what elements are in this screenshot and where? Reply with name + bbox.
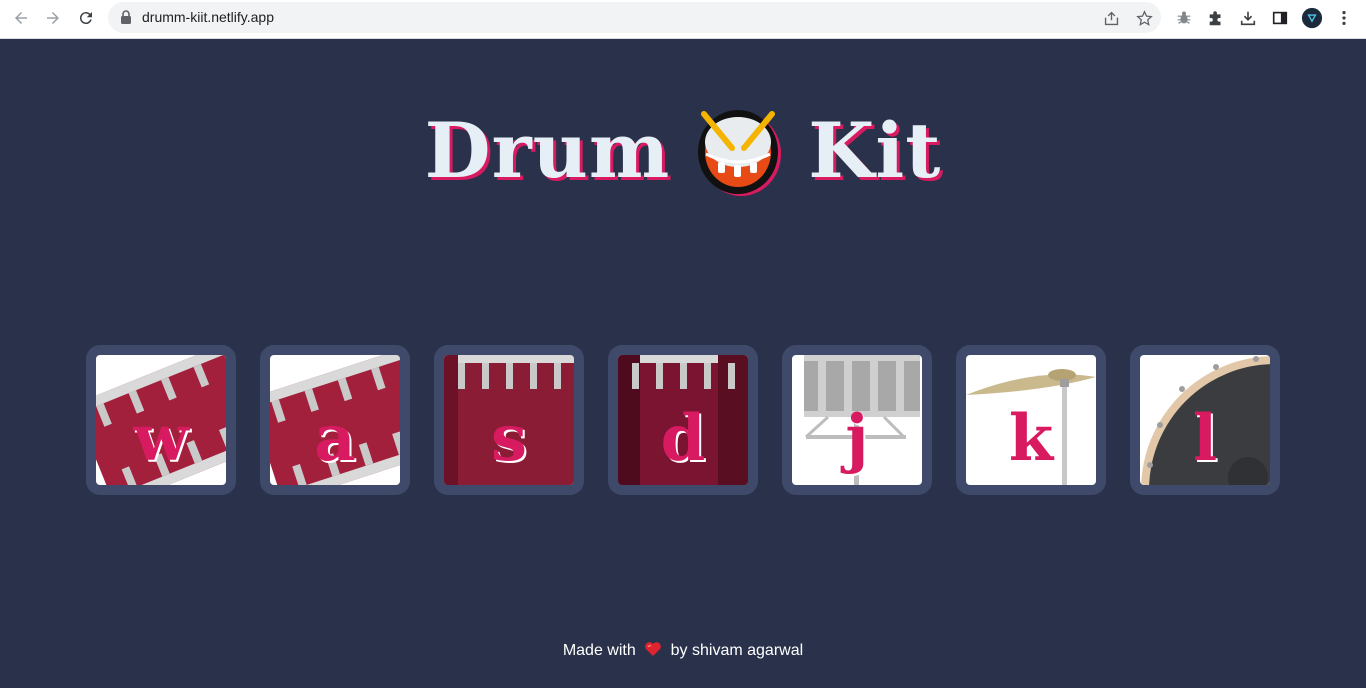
- drum-key-k[interactable]: k: [956, 345, 1106, 495]
- avatar: [1301, 7, 1323, 29]
- drum-key-l[interactable]: l: [1130, 345, 1280, 495]
- drum-key-d[interactable]: d: [608, 345, 758, 495]
- side-panel-button[interactable]: [1268, 6, 1292, 30]
- floor-tom-image: d: [618, 355, 748, 485]
- reload-icon: [79, 12, 92, 25]
- downloads-button[interactable]: [1236, 6, 1260, 30]
- key-letter: j: [845, 401, 869, 476]
- snare-drum-image: j: [792, 355, 922, 485]
- heart-icon: [645, 642, 662, 656]
- page-title: Drum Kit: [0, 100, 1366, 200]
- floor-tom-image: s: [444, 355, 574, 485]
- key-letter: d: [660, 401, 706, 476]
- key-letter: w: [133, 401, 189, 476]
- bug-icon: [1177, 11, 1191, 24]
- arrow-right-icon: [47, 12, 59, 24]
- tom-drum-image: w: [96, 355, 226, 485]
- drum-key-s[interactable]: s: [434, 345, 584, 495]
- bass-drum-image: l: [1140, 355, 1270, 485]
- title-kit: Kit: [808, 105, 942, 195]
- drum-key-w[interactable]: w: [86, 345, 236, 495]
- key-letter: k: [1008, 401, 1054, 476]
- footer: Made with by shivam agarwal: [0, 641, 1366, 660]
- address-bar[interactable]: drumm-kiit.netlify.app: [108, 2, 1161, 33]
- forward-button[interactable]: [41, 6, 65, 30]
- profile-button[interactable]: [1300, 6, 1324, 30]
- title-drum: Drum: [424, 105, 671, 195]
- extensions-button[interactable]: [1204, 6, 1228, 30]
- reload-button[interactable]: [74, 6, 98, 30]
- tom-drum-image: a: [270, 355, 400, 485]
- kebab-menu-icon: [1342, 10, 1346, 26]
- arrow-left-icon: [15, 12, 27, 24]
- drum-key-j[interactable]: j: [782, 345, 932, 495]
- key-letter: l: [1192, 401, 1218, 476]
- footer-author: by shivam agarwal: [670, 642, 804, 659]
- url-text: drumm-kiit.netlify.app: [142, 9, 275, 25]
- puzzle-icon: [1209, 11, 1221, 26]
- back-button[interactable]: [9, 6, 33, 30]
- drum-emoji-icon: [698, 110, 782, 196]
- drum-keys: w a s d j k l: [86, 345, 1280, 495]
- key-letter: a: [314, 401, 356, 476]
- star-icon: [1135, 9, 1153, 26]
- cymbal-image: k: [966, 355, 1096, 485]
- browser-toolbar: drumm-kiit.netlify.app: [0, 0, 1366, 39]
- extension-bug-button[interactable]: [1172, 6, 1196, 30]
- share-icon: [1104, 11, 1118, 25]
- lock-icon: [121, 10, 131, 24]
- key-letter: s: [490, 401, 528, 476]
- drum-key-a[interactable]: a: [260, 345, 410, 495]
- menu-button[interactable]: [1332, 6, 1356, 30]
- side-panel-icon: [1272, 11, 1288, 25]
- footer-prefix: Made with: [562, 642, 636, 659]
- download-icon: [1240, 11, 1256, 26]
- bookmark-button[interactable]: [1134, 8, 1154, 28]
- share-button[interactable]: [1101, 8, 1121, 28]
